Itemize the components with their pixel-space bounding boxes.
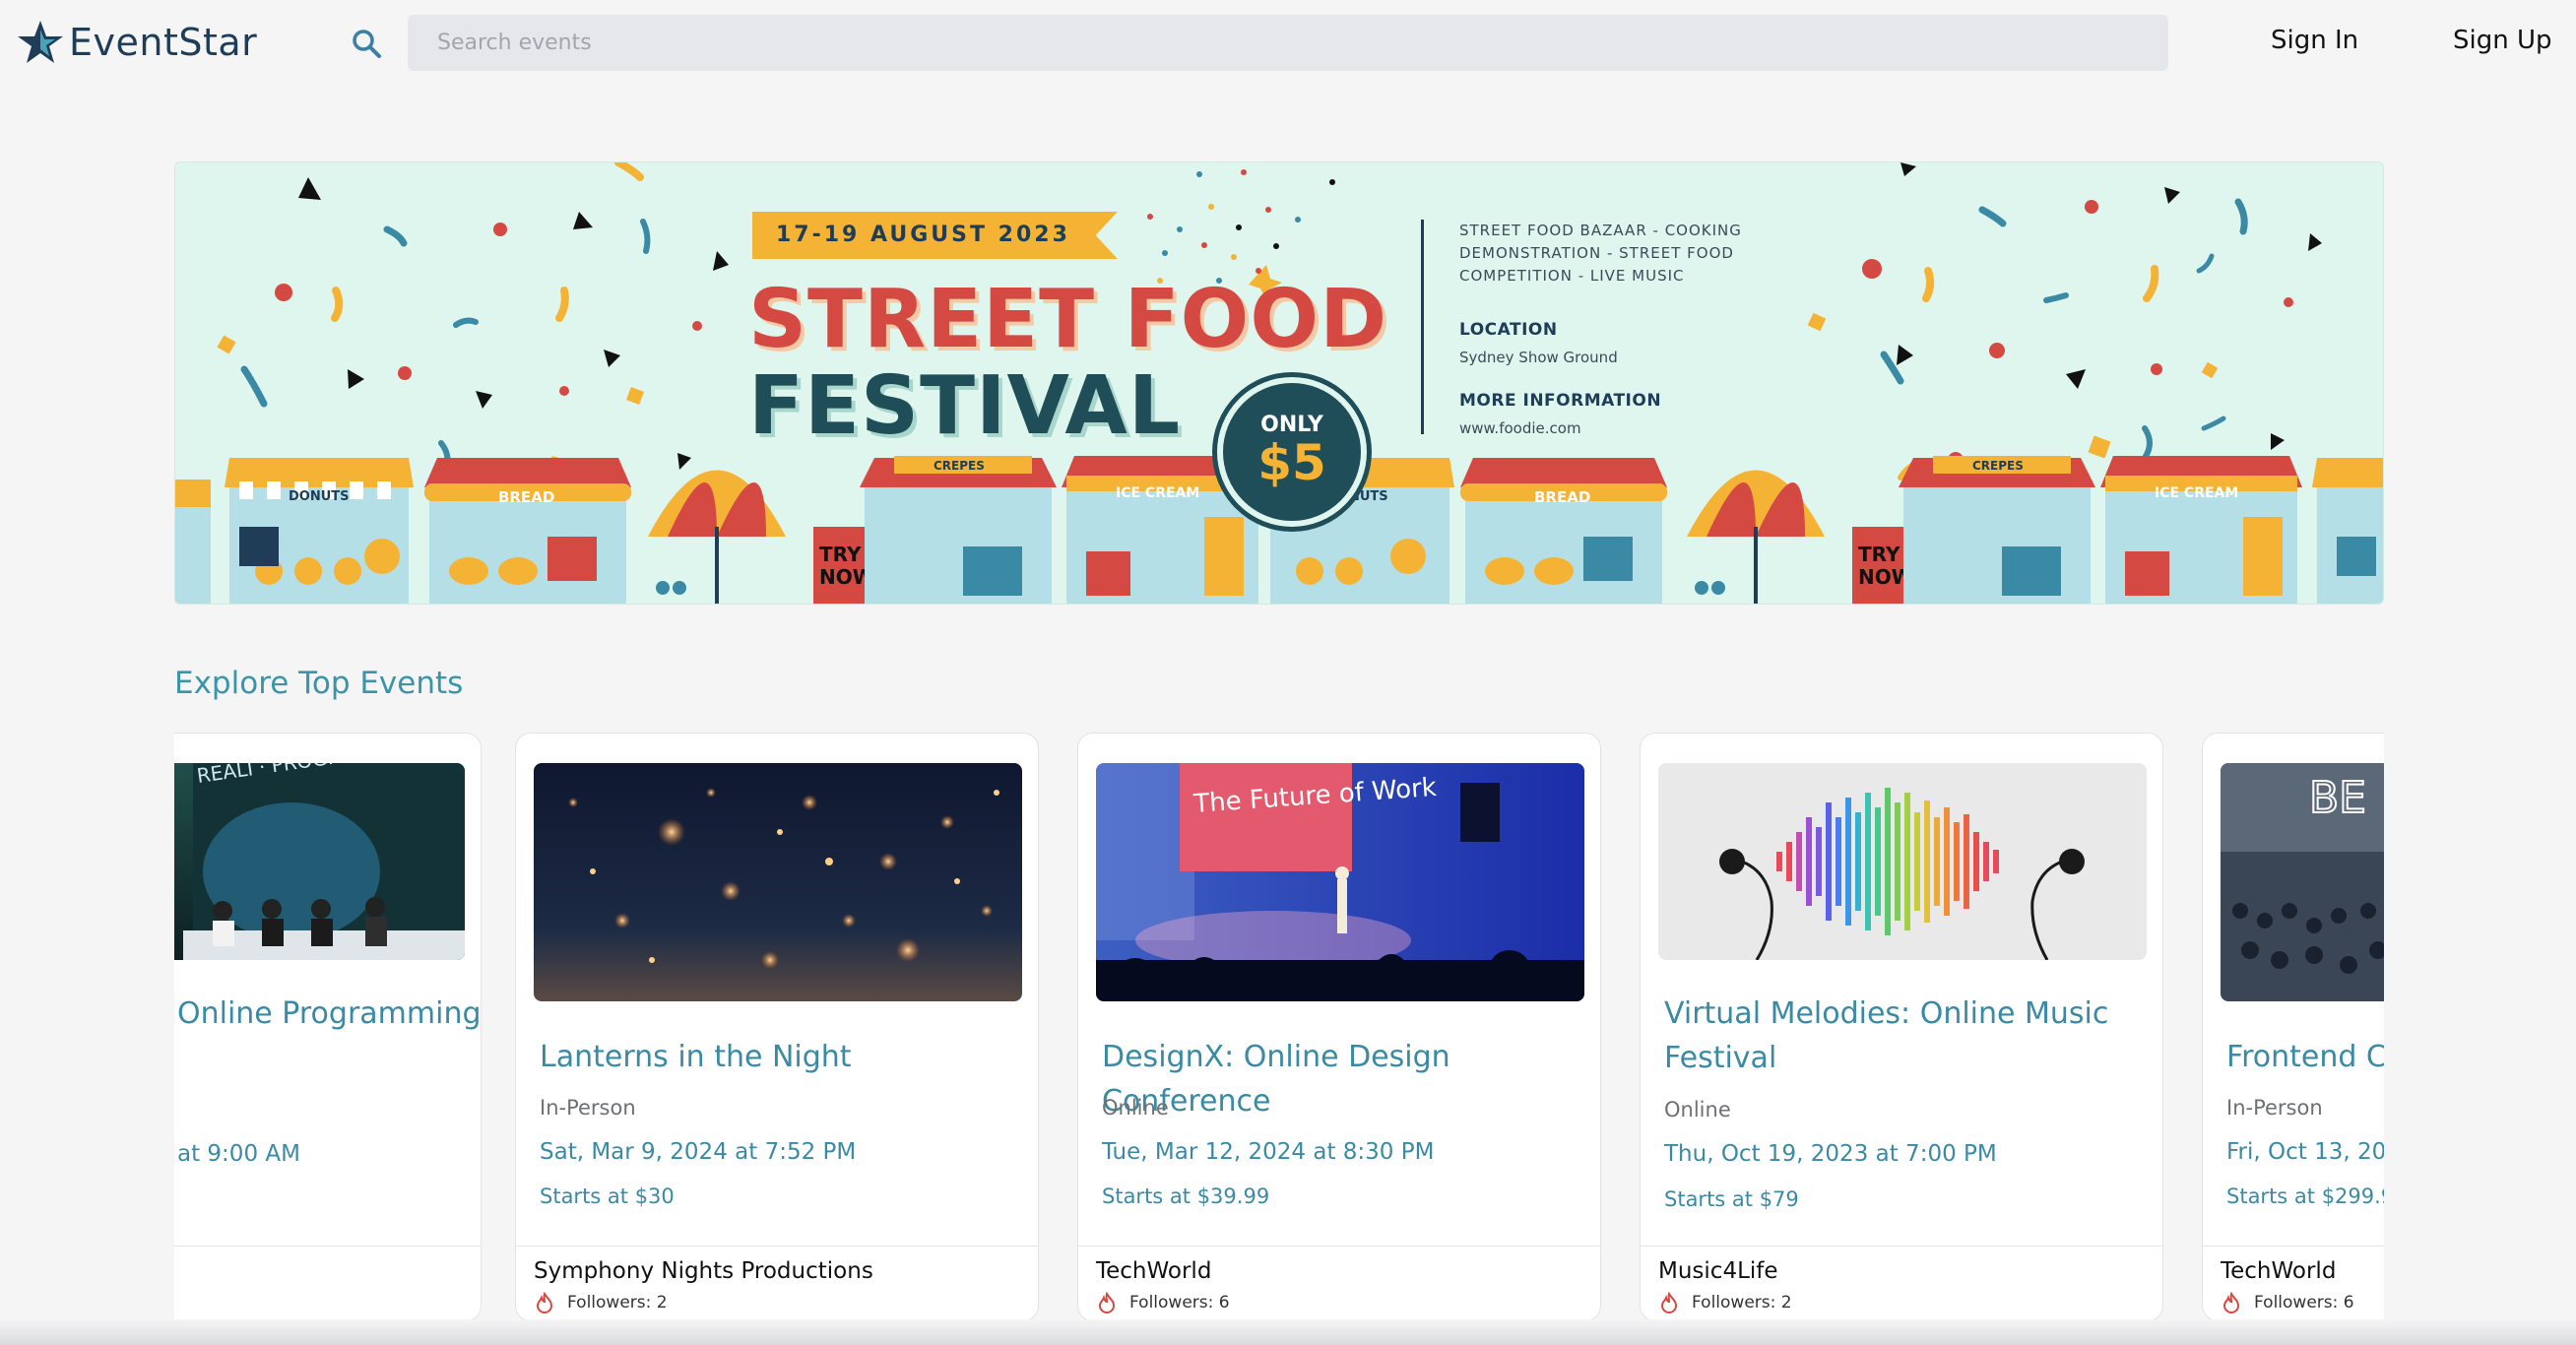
event-type: In-Person [2226, 1096, 2323, 1120]
event-date: Tue, Mar 12, 2024 at 8:30 PM [1102, 1139, 1435, 1165]
price-badge: ONLY $5 [1217, 377, 1367, 527]
event-date: Sat, Mar 9, 2024 at 7:52 PM [540, 1139, 857, 1165]
brand-logo[interactable]: EventStar [16, 18, 257, 67]
star-logo-icon [18, 21, 63, 63]
event-date: Fri, Oct 13, 202 [2226, 1139, 2384, 1165]
event-price: Starts at $30 [540, 1185, 675, 1208]
page-bottom-shadow [0, 1319, 2576, 1345]
card-footer: TechWorld Followers: 6 [2203, 1246, 2384, 1320]
banner-title-line2: FESTIVAL [748, 359, 1182, 453]
info-heading: MORE INFORMATION [1459, 391, 1662, 411]
flame-icon [1098, 1292, 1116, 1313]
svg-text:CREPES: CREPES [1972, 459, 2024, 473]
event-card[interactable]: BE Frontend Co In-Person Fri, Oct 13, 20… [2202, 733, 2384, 1321]
section-title: Explore Top Events [174, 666, 464, 701]
svg-text:BREAD: BREAD [1534, 488, 1590, 506]
search-input[interactable] [408, 15, 2168, 71]
card-footer: TechWorld Followers: 6 [1078, 1246, 1600, 1320]
organizer-name[interactable]: Music4Life [1658, 1258, 1778, 1284]
top-nav: EventStar Sign In Sign Up [0, 0, 2576, 89]
image-caption: BE [2309, 773, 2366, 823]
event-price: Starts at $39.99 [1102, 1185, 1270, 1208]
price-value: $5 [1257, 434, 1326, 491]
card-footer [174, 1246, 481, 1320]
flame-icon [536, 1292, 553, 1313]
followers-count: Followers: 6 [1096, 1292, 1230, 1313]
banner-title-line1: STREET FOOD [748, 273, 1388, 366]
flame-icon [1660, 1292, 1678, 1313]
followers-count: Followers: 2 [534, 1292, 668, 1313]
event-image [1658, 763, 2147, 960]
event-title[interactable]: Online Programming [177, 992, 481, 1036]
event-date: at 9:00 AM [177, 1141, 300, 1167]
event-type: Online [1102, 1096, 1169, 1120]
card-footer: Music4Life Followers: 2 [1641, 1246, 2162, 1320]
followers-count: Followers: 6 [2221, 1292, 2354, 1313]
banner-description: STREET FOOD BAZAAR - COOKING DEMONSTRATI… [1459, 222, 1742, 285]
followers-label: Followers: 2 [1692, 1293, 1792, 1313]
event-image: BE [2221, 763, 2384, 1001]
events-carousel[interactable]: REALI · PROGRAMMING CONFERENCE Online Pr… [174, 731, 2384, 1321]
location-value: Sydney Show Ground [1459, 349, 1618, 366]
svg-text:TRY: TRY [1858, 543, 1900, 566]
card-footer: Symphony Nights Productions Followers: 2 [516, 1246, 1038, 1320]
svg-text:CREPES: CREPES [934, 459, 985, 473]
event-image: REALI · PROGRAMMING CONFERENCE [174, 763, 465, 960]
event-image: The Future of Work [1096, 763, 1584, 1001]
event-card[interactable]: The Future of Work DesignX: Online Desig… [1077, 733, 1601, 1321]
hero-banner[interactable]: DONUTS BREAD TRY NOW CREPES ICE CREAM NU… [174, 161, 2384, 605]
sign-up-link[interactable]: Sign Up [2453, 26, 2552, 55]
event-title[interactable]: Frontend Co [2226, 1035, 2384, 1079]
event-type: In-Person [540, 1096, 636, 1120]
banner-divider [1421, 220, 1424, 434]
followers-count: Followers: 2 [1658, 1292, 1792, 1313]
event-title[interactable]: Lanterns in the Night [540, 1035, 1022, 1079]
event-image [534, 763, 1022, 1001]
info-url: www.foodie.com [1459, 419, 1581, 437]
banner-date: 17-19 AUGUST 2023 [752, 212, 1118, 259]
brand-name: EventStar [69, 21, 258, 64]
event-card[interactable]: Virtual Melodies: Online Music Festival … [1640, 733, 2163, 1321]
event-title[interactable]: DesignX: Online Design Conference [1102, 1035, 1584, 1123]
stall-sign: DONUTS [289, 489, 350, 504]
followers-label: Followers: 2 [567, 1293, 668, 1313]
event-type: Online [1664, 1098, 1731, 1121]
search-icon[interactable] [349, 26, 384, 61]
svg-text:TRY: TRY [819, 543, 862, 566]
event-price: Starts at $299.99 [2226, 1185, 2384, 1208]
event-card[interactable]: Lanterns in the Night In-Person Sat, Mar… [515, 733, 1039, 1321]
svg-text:BREAD: BREAD [498, 488, 554, 506]
svg-text:ICE CREAM: ICE CREAM [2155, 485, 2238, 501]
organizer-name[interactable]: Symphony Nights Productions [534, 1258, 873, 1284]
organizer-name[interactable]: TechWorld [2221, 1258, 2336, 1284]
event-date: Thu, Oct 19, 2023 at 7:00 PM [1664, 1141, 1997, 1167]
svg-text:ICE CREAM: ICE CREAM [1116, 485, 1199, 501]
event-card[interactable]: REALI · PROGRAMMING CONFERENCE Online Pr… [174, 733, 482, 1321]
event-title[interactable]: Virtual Melodies: Online Music Festival [1664, 992, 2147, 1080]
flame-icon [2222, 1292, 2240, 1313]
followers-label: Followers: 6 [2254, 1293, 2354, 1313]
followers-label: Followers: 6 [1129, 1293, 1230, 1313]
sign-in-link[interactable]: Sign In [2271, 26, 2358, 55]
location-heading: LOCATION [1459, 320, 1558, 340]
event-price: Starts at $79 [1664, 1187, 1799, 1211]
organizer-name[interactable]: TechWorld [1096, 1258, 1211, 1284]
